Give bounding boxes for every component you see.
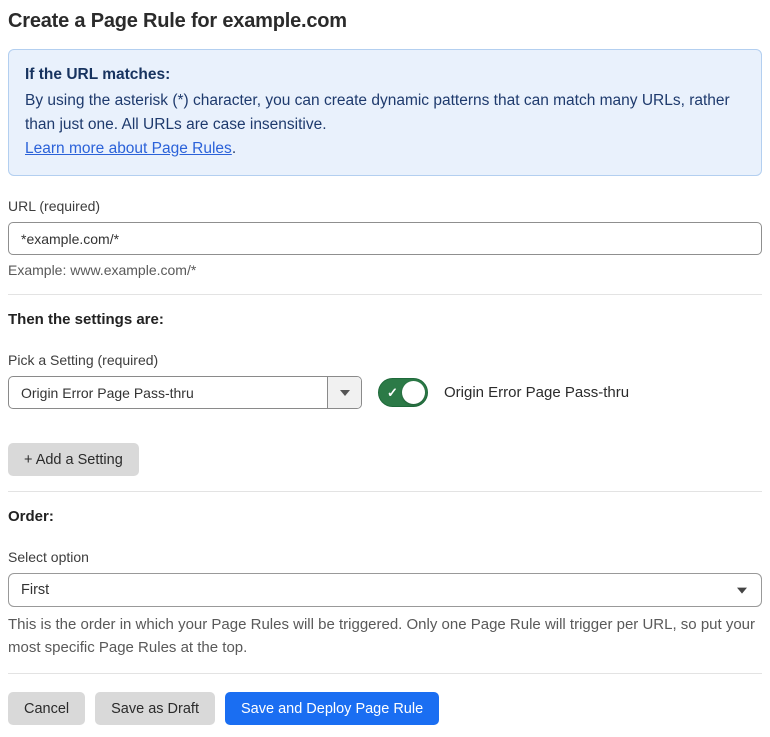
divider	[8, 491, 762, 493]
order-section-heading: Order:	[8, 508, 54, 526]
chevron-down-icon	[339, 389, 350, 396]
pick-setting-label: Pick a Setting (required)	[8, 352, 159, 369]
info-callout-heading: If the URL matches:	[25, 66, 171, 83]
toggle-knob	[402, 381, 425, 405]
save-as-draft-button[interactable]: Save as Draft	[95, 692, 215, 726]
settings-section-heading: Then the settings are:	[8, 311, 164, 329]
order-helper-text: This is the order in which your Page Rul…	[8, 616, 756, 656]
order-select[interactable]: First	[8, 573, 762, 608]
info-callout-body: By using the asterisk (*) character, you…	[25, 92, 730, 134]
order-select-value: First	[21, 582, 50, 599]
divider	[8, 673, 762, 675]
url-field-label: URL (required)	[8, 198, 101, 215]
order-select-label: Select option	[8, 549, 89, 566]
chevron-down-icon	[737, 587, 747, 594]
footer-actions: Cancel Save as Draft Save and Deploy Pag…	[8, 692, 762, 726]
setting-dropdown[interactable]: Origin Error Page Pass-thru	[8, 376, 362, 410]
cancel-button[interactable]: Cancel	[8, 692, 86, 726]
setting-dropdown-value: Origin Error Page Pass-thru	[21, 384, 194, 401]
url-example-helper: Example: www.example.com/*	[8, 262, 197, 279]
origin-error-toggle[interactable]: ✓	[378, 378, 428, 408]
link-suffix-period: .	[231, 140, 237, 158]
divider	[8, 294, 762, 296]
url-input[interactable]	[8, 222, 762, 256]
setting-toggle-label: Origin Error Page Pass-thru	[444, 384, 630, 402]
save-and-deploy-button[interactable]: Save and Deploy Page Rule	[224, 692, 440, 726]
setting-toggle-group: ✓ Origin Error Page Pass-thru	[378, 378, 630, 408]
setting-row: Origin Error Page Pass-thru ✓ Origin Err…	[8, 376, 762, 410]
setting-dropdown-arrow-button[interactable]	[327, 377, 361, 409]
check-icon: ✓	[387, 384, 398, 400]
learn-more-link[interactable]: Learn more about Page Rules	[25, 140, 232, 157]
info-callout-link-row: Learn more about Page Rules.	[25, 137, 745, 161]
url-match-info-callout: If the URL matches: By using the asteris…	[8, 49, 762, 177]
add-setting-button[interactable]: + Add a Setting	[8, 443, 139, 477]
page-title: Create a Page Rule for example.com	[8, 10, 347, 32]
